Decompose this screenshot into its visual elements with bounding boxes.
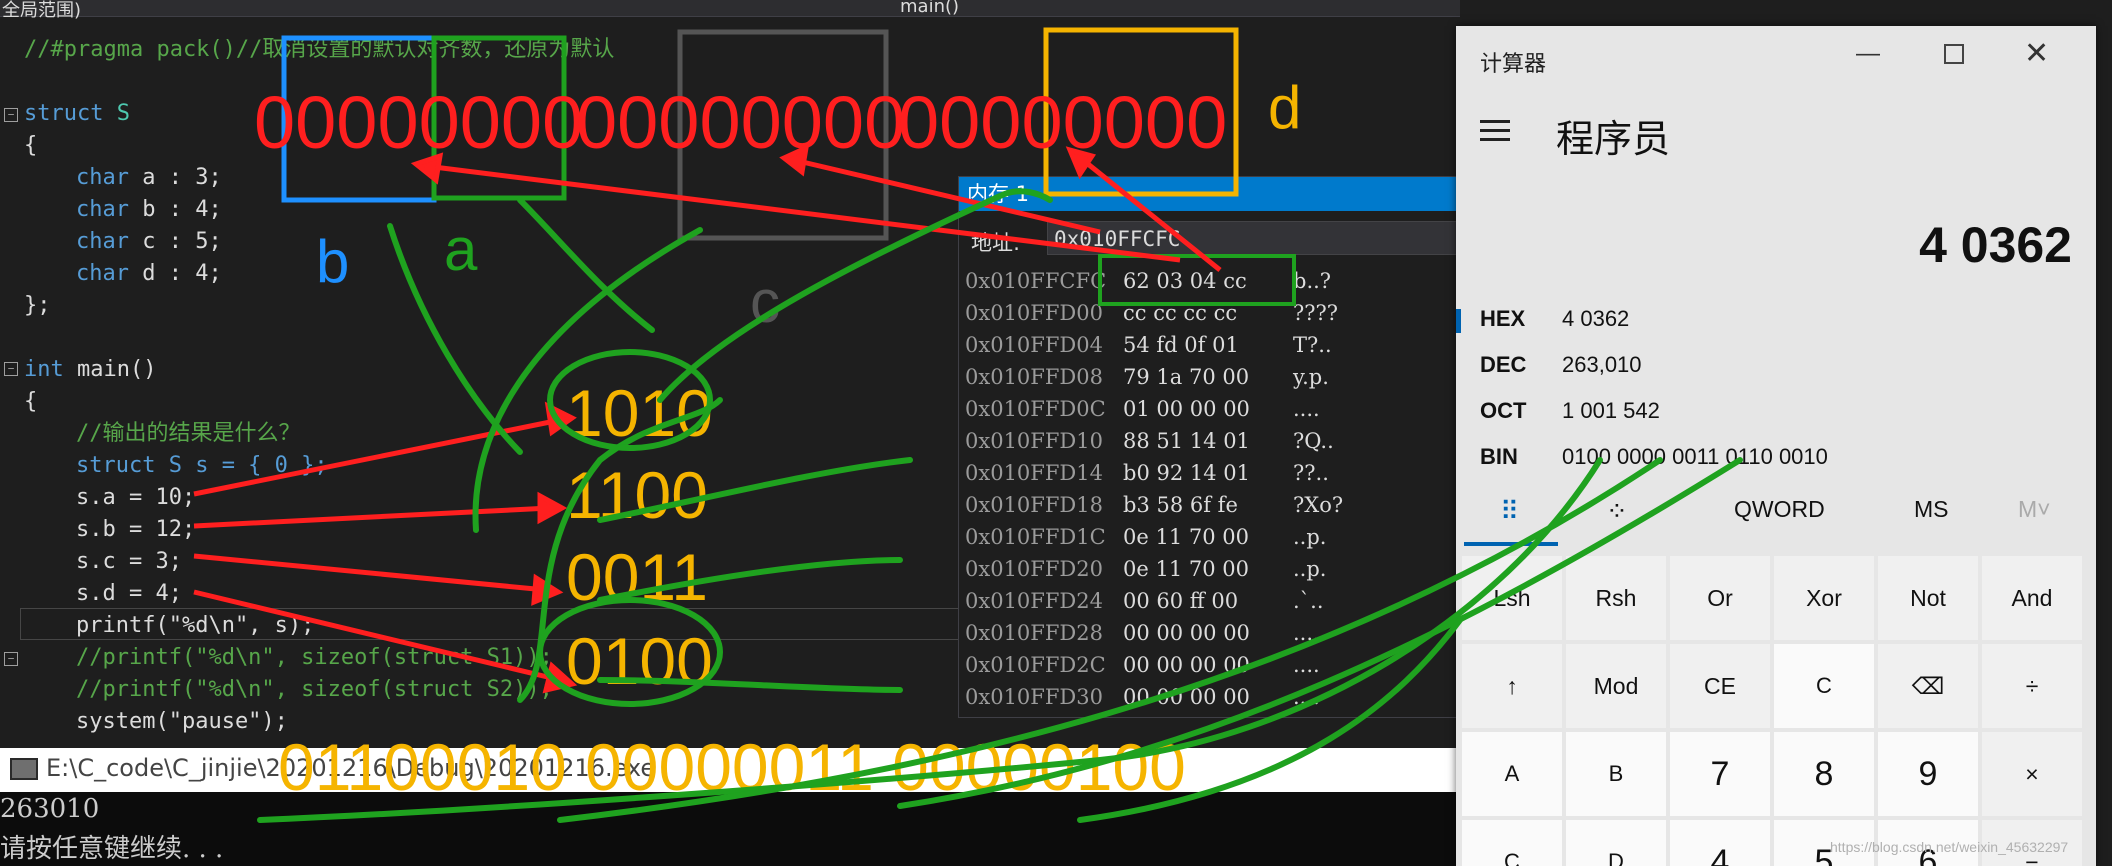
annotation-green-scribbles [257, 188, 1743, 823]
watermark: https://blog.csdn.net/weixin_45632297 [1830, 839, 2068, 855]
annotation-label-a: a [444, 216, 478, 283]
annotation-top-bits-3: 00000000 [898, 81, 1227, 164]
annotation-bits-d: 0100 [566, 624, 713, 698]
annotation-bits-b: 1100 [566, 458, 708, 532]
annotation-box-memory-bytes [1098, 254, 1296, 306]
annotation-label-b: b [316, 228, 349, 295]
annotation-label-d: d [1268, 74, 1301, 141]
annotation-top-bits-2: 00000000 [576, 81, 905, 164]
annotation-overlay: 00000000 00000000 00000000 b a c d 1010 … [193, 27, 2068, 855]
annotation-top-bits-1: 00000000 [254, 81, 583, 164]
